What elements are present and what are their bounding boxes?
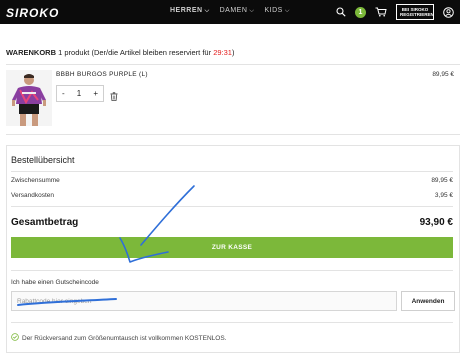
divider	[11, 322, 453, 323]
nav-herren-label: HERREN	[170, 7, 203, 14]
quantity-stepper: - 1 +	[56, 85, 104, 102]
siroko-logo[interactable]: SIROKO	[6, 6, 59, 20]
voucher-label[interactable]: Ich habe einen Gutscheincode	[11, 279, 99, 286]
total-value: 93,90 €	[419, 217, 453, 228]
summary-title: Bestellübersicht	[11, 155, 75, 165]
divider	[6, 134, 460, 135]
shipping-row: Versandkosten 3,95 €	[11, 192, 453, 199]
chevron-down-icon: ⌵	[249, 8, 255, 14]
reserve-close: )	[231, 48, 235, 57]
cart-icon[interactable]	[375, 7, 387, 17]
total-label: Gesamtbetrag	[11, 217, 79, 228]
nav-kids[interactable]: KIDS ⌵	[264, 7, 289, 15]
chevron-down-icon: ⌵	[284, 8, 290, 14]
shipping-label: Versandkosten	[11, 192, 55, 199]
shipping-value: 3,95 €	[434, 192, 453, 199]
top-navigation-bar: SIROKO HERREN ⌵ DAMEN ⌵ KIDS ⌵ 1 BEI SIROKO…	[0, 0, 460, 24]
cart-heading: WARENKORB 1 produkt (Der/die Artikel ble…	[6, 48, 234, 57]
increase-quantity-button[interactable]: +	[93, 89, 98, 98]
trash-icon[interactable]	[110, 88, 118, 106]
voucher-placeholder: Rabattcode hier eingeben	[17, 297, 92, 305]
nav-herren[interactable]: HERREN ⌵	[170, 7, 210, 15]
quantity-value[interactable]: 1	[77, 89, 81, 98]
cart-count-text: 1 produkt	[58, 48, 90, 57]
reserve-text: (Der/die Artikel bleiben reserviert für	[91, 48, 212, 57]
search-icon[interactable]	[336, 7, 346, 17]
reserve-timer: 29:31	[213, 48, 232, 57]
order-summary-panel: Bestellübersicht Zwischensumme 89,95 € V…	[6, 145, 460, 353]
register-button[interactable]: BEI SIROKO REGISTRIEREN	[396, 4, 434, 20]
product-name[interactable]: BBBH BURGOS PURPLE (L)	[56, 71, 148, 78]
nav-kids-label: KIDS	[264, 7, 283, 14]
voucher-code-input[interactable]: Rabattcode hier eingeben	[11, 291, 397, 311]
free-returns-notice: Der Rückversand zum Größenumtausch ist v…	[11, 333, 226, 343]
divider	[11, 206, 453, 207]
subtotal-row: Zwischensumme 89,95 €	[11, 177, 453, 184]
chevron-down-icon: ⌵	[204, 8, 210, 14]
subtotal-value: 89,95 €	[431, 177, 453, 184]
apply-voucher-button[interactable]: Anwenden	[401, 291, 455, 311]
product-image[interactable]	[6, 70, 52, 126]
register-line2: REGISTRIEREN	[400, 12, 434, 17]
nav-damen[interactable]: DAMEN ⌵	[220, 7, 255, 15]
divider	[11, 171, 453, 172]
divider	[11, 270, 453, 271]
subtotal-label: Zwischensumme	[11, 177, 60, 184]
check-circle-icon	[11, 333, 19, 343]
header-actions: 1 BEI SIROKO REGISTRIEREN	[336, 4, 454, 20]
decrease-quantity-button[interactable]: -	[62, 89, 65, 98]
divider	[6, 64, 460, 65]
nav-damen-label: DAMEN	[219, 7, 248, 14]
free-returns-text: Der Rückversand zum Größenumtausch ist v…	[22, 334, 227, 342]
checkout-button[interactable]: ZUR KASSE	[11, 237, 453, 258]
cart-title: WARENKORB	[6, 48, 56, 57]
user-icon[interactable]	[443, 6, 454, 18]
product-price: 89,95 €	[432, 71, 454, 78]
main-nav: HERREN ⌵ DAMEN ⌵ KIDS ⌵	[170, 7, 290, 15]
total-row: Gesamtbetrag 93,90 €	[11, 217, 453, 228]
cart-count-badge[interactable]: 1	[355, 6, 366, 18]
